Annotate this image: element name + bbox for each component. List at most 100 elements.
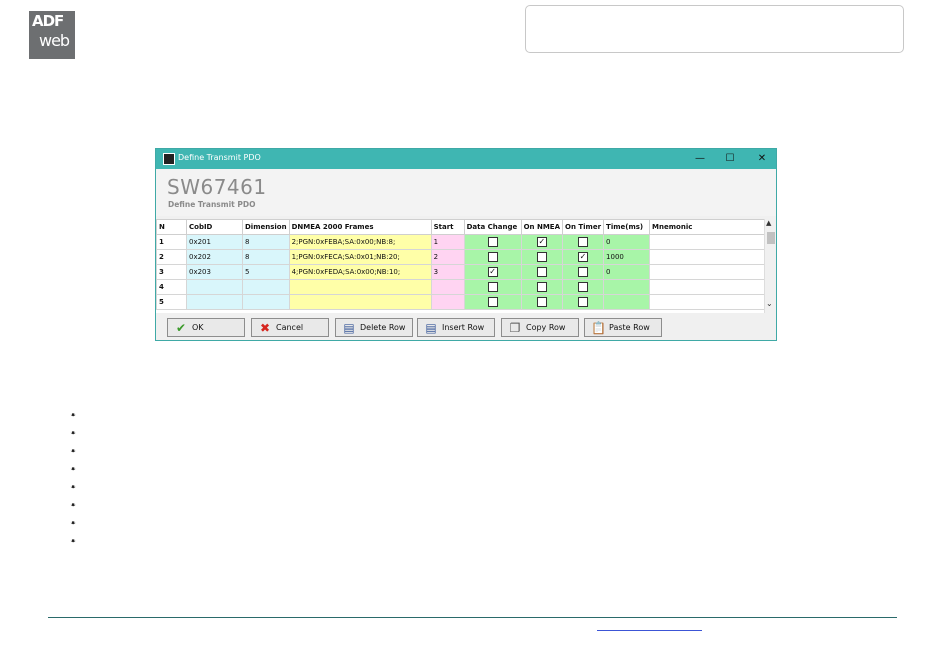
- scroll-thumb[interactable]: [767, 232, 775, 244]
- cobid-cell[interactable]: [186, 294, 243, 310]
- data-change-cell[interactable]: [463, 279, 522, 295]
- cancel-button[interactable]: ✖ Cancel: [251, 318, 329, 337]
- mnemonic-cell[interactable]: [649, 294, 769, 310]
- insert-row-button[interactable]: ▤ Insert Row: [417, 318, 495, 337]
- time-cell[interactable]: 0: [603, 234, 651, 250]
- bullet-arrow-icon: ➧: [68, 519, 78, 527]
- dimension-cell[interactable]: [242, 279, 290, 295]
- on-timer-cell[interactable]: [561, 279, 605, 295]
- start-cell[interactable]: 2: [430, 249, 465, 265]
- checkbox[interactable]: [578, 297, 589, 307]
- checkbox[interactable]: [487, 297, 498, 307]
- logo-text-adf: ADF: [32, 12, 64, 30]
- paste-icon: 📋: [591, 321, 606, 335]
- table-row[interactable]: 4: [156, 279, 769, 295]
- checkbox[interactable]: [578, 282, 589, 292]
- checkbox[interactable]: ✓: [487, 267, 498, 277]
- mnemonic-cell[interactable]: [649, 264, 769, 280]
- table-row[interactable]: 2 0x202 8 1;PGN:0xFECA;SA:0x01;NB:20; 2 ✓ 1000: [156, 249, 769, 265]
- checkbox[interactable]: [536, 252, 547, 262]
- cobid-cell[interactable]: [186, 279, 243, 295]
- maximize-button[interactable]: ☐: [720, 151, 740, 167]
- row-number-cell: 5: [156, 294, 187, 310]
- on-nmea-cell[interactable]: [520, 279, 564, 295]
- frames-cell[interactable]: 2;PGN:0xFEBA;SA:0x00;NB:8;: [288, 234, 432, 250]
- close-button[interactable]: ✕: [752, 151, 772, 167]
- frames-cell[interactable]: 1;PGN:0xFECA;SA:0x01;NB:20;: [288, 249, 432, 265]
- data-change-cell[interactable]: [463, 294, 522, 310]
- bullet-arrow-icon: ➧: [68, 537, 78, 545]
- start-cell[interactable]: [430, 294, 465, 310]
- checkbox[interactable]: [536, 267, 547, 277]
- dimension-cell[interactable]: 5: [242, 264, 290, 280]
- checkbox[interactable]: [487, 282, 498, 292]
- table-row[interactable]: 1 0x201 8 2;PGN:0xFEBA;SA:0x00;NB:8; 1 ✓ 0: [156, 234, 769, 250]
- mnemonic-cell[interactable]: [649, 279, 769, 295]
- mnemonic-cell[interactable]: [649, 249, 769, 265]
- time-cell[interactable]: [603, 279, 651, 295]
- on-nmea-cell[interactable]: ✓: [520, 234, 564, 250]
- time-cell[interactable]: 1000: [603, 249, 651, 265]
- delete-row-icon: ▤: [343, 321, 355, 335]
- column-header[interactable]: On Timer: [561, 219, 605, 235]
- footer-link-underline[interactable]: [597, 630, 702, 631]
- column-header[interactable]: Data Change: [463, 219, 522, 235]
- cobid-cell[interactable]: 0x201: [186, 234, 243, 250]
- checkbox[interactable]: [487, 237, 498, 247]
- scroll-up-icon[interactable]: ▲: [766, 219, 771, 227]
- time-cell[interactable]: 0: [603, 264, 651, 280]
- frames-cell[interactable]: [288, 294, 432, 310]
- cobid-cell[interactable]: 0x202: [186, 249, 243, 265]
- checkbox[interactable]: [578, 267, 589, 277]
- on-timer-cell[interactable]: [561, 294, 605, 310]
- on-nmea-cell[interactable]: [520, 264, 564, 280]
- scroll-down-icon[interactable]: ⌄: [766, 299, 773, 308]
- frames-cell[interactable]: 4;PGN:0xFEDA;SA:0x00;NB:10;: [288, 264, 432, 280]
- column-header[interactable]: Mnemonic: [649, 219, 769, 235]
- ok-button[interactable]: ✔ OK: [167, 318, 245, 337]
- mnemonic-cell[interactable]: [649, 234, 769, 250]
- start-cell[interactable]: [430, 279, 465, 295]
- copy-row-label: Copy Row: [526, 323, 566, 332]
- column-header[interactable]: DNMEA 2000 Frames: [288, 219, 432, 235]
- checkbox[interactable]: [578, 237, 589, 247]
- checkbox[interactable]: ✓: [578, 252, 589, 262]
- copy-row-button[interactable]: ❐ Copy Row: [501, 318, 579, 337]
- checkbox[interactable]: [487, 252, 498, 262]
- cancel-label: Cancel: [276, 323, 304, 332]
- table-row[interactable]: 5: [156, 294, 769, 310]
- data-change-cell[interactable]: [463, 249, 522, 265]
- column-header[interactable]: Dimension: [242, 219, 290, 235]
- frames-cell[interactable]: [288, 279, 432, 295]
- paste-row-button[interactable]: 📋 Paste Row: [584, 318, 662, 337]
- data-change-cell[interactable]: [463, 234, 522, 250]
- data-change-cell[interactable]: ✓: [463, 264, 522, 280]
- column-header[interactable]: N: [156, 219, 187, 235]
- dimension-cell[interactable]: 8: [242, 249, 290, 265]
- column-header[interactable]: On NMEA: [520, 219, 564, 235]
- vertical-scrollbar[interactable]: ▲ ⌄: [764, 219, 776, 313]
- time-cell[interactable]: [603, 294, 651, 310]
- dimension-cell[interactable]: [242, 294, 290, 310]
- start-cell[interactable]: 1: [430, 234, 465, 250]
- on-nmea-cell[interactable]: [520, 294, 564, 310]
- cobid-cell[interactable]: 0x203: [186, 264, 243, 280]
- delete-row-button[interactable]: ▤ Delete Row: [335, 318, 413, 337]
- checkbox[interactable]: [536, 297, 547, 307]
- product-code: SW67461: [167, 175, 267, 199]
- on-timer-cell[interactable]: [561, 234, 605, 250]
- checkbox[interactable]: [536, 282, 547, 292]
- minimize-button[interactable]: —: [690, 151, 710, 167]
- dimension-cell[interactable]: 8: [242, 234, 290, 250]
- bullet-arrow-icon: ➧: [68, 501, 78, 509]
- table-row[interactable]: 3 0x203 5 4;PGN:0xFEDA;SA:0x00;NB:10; 3 ✓ 0: [156, 264, 769, 280]
- column-header[interactable]: CobID: [186, 219, 243, 235]
- page-subtitle: Define Transmit PDO: [168, 200, 256, 209]
- on-timer-cell[interactable]: [561, 264, 605, 280]
- column-header[interactable]: Time(ms): [603, 219, 651, 235]
- checkbox[interactable]: ✓: [536, 237, 547, 247]
- on-timer-cell[interactable]: ✓: [561, 249, 605, 265]
- start-cell[interactable]: 3: [430, 264, 465, 280]
- column-header[interactable]: Start: [430, 219, 465, 235]
- on-nmea-cell[interactable]: [520, 249, 564, 265]
